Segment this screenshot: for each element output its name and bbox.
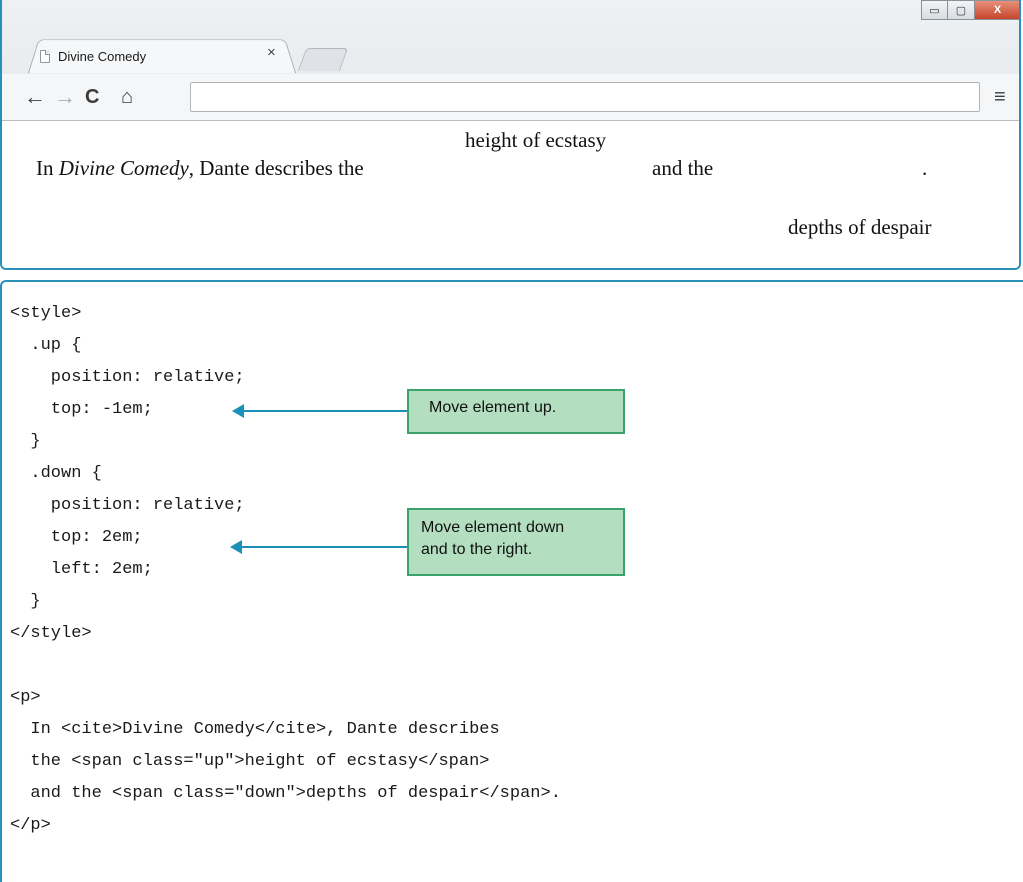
window-controls: ▭ ▢ X	[921, 0, 1019, 20]
callout-arrow-down	[242, 546, 408, 548]
back-arrow-icon[interactable]: ←	[24, 82, 46, 112]
callout-down-line1: Move element down	[421, 519, 565, 536]
page-viewport: In Divine Comedy, Dante describes the he…	[2, 121, 1019, 268]
callout-up-text: Move element up.	[429, 399, 557, 416]
period-text: .	[922, 156, 928, 180]
code-line: position: relative;	[10, 368, 245, 387]
code-line: </style>	[10, 624, 92, 643]
code-line: .up {	[10, 336, 82, 355]
text-before: In	[36, 156, 59, 180]
code-line: top: 2em;	[10, 528, 143, 547]
callout-down-line2: and to the right.	[421, 541, 533, 558]
code-line: </p>	[10, 816, 51, 835]
code-line: and the <span class="down">depths of des…	[10, 784, 561, 803]
forward-arrow-icon[interactable]: →	[54, 82, 76, 112]
and-the-text: and the	[652, 156, 714, 180]
callout-arrowhead-up	[232, 404, 244, 418]
code-panel: <style> .up { position: relative; top: -…	[0, 280, 1023, 882]
span-up-text: height of ecstasy	[465, 128, 607, 152]
code-line: top: -1em;	[10, 400, 153, 419]
code-line: position: relative;	[10, 496, 245, 515]
reload-icon[interactable]: C	[85, 82, 99, 112]
text-after: , Dante describes the	[188, 156, 364, 180]
browser-toolbar: ← → C ⌂ ≡	[2, 74, 1019, 120]
close-window-button[interactable]: X	[975, 0, 1019, 20]
code-line: .down {	[10, 464, 102, 483]
maximize-button[interactable]: ▢	[948, 0, 975, 20]
callout-move-down: Move element down and to the right.	[407, 508, 625, 576]
code-line: }	[10, 432, 41, 451]
callout-arrow-up	[244, 410, 408, 412]
paragraph-main-text: In Divine Comedy, Dante describes the	[36, 156, 364, 181]
code-line: }	[10, 592, 41, 611]
tab-content[interactable]: Divine Comedy	[40, 46, 290, 66]
new-tab-button[interactable]	[297, 48, 349, 71]
browser-window: Divine Comedy × ▭ ▢ X ← → C ⌂ ≡ In Divin…	[0, 0, 1021, 270]
code-line: In <cite>Divine Comedy</cite>, Dante des…	[10, 720, 500, 739]
callout-arrowhead-down	[230, 540, 242, 554]
cite-title: Divine Comedy	[58, 156, 189, 180]
page-icon	[40, 49, 50, 63]
home-icon[interactable]: ⌂	[121, 82, 133, 112]
code-line: left: 2em;	[10, 560, 153, 579]
tab-close-icon[interactable]: ×	[267, 44, 276, 61]
menu-icon[interactable]: ≡	[994, 82, 1006, 112]
code-line: the <span class="up">height of ecstasy</…	[10, 752, 490, 771]
span-down-text: depths of despair	[788, 215, 932, 239]
tab-title: Divine Comedy	[58, 48, 147, 64]
code-line: <p>	[10, 688, 41, 707]
code-line: <style>	[10, 304, 82, 323]
callout-move-up: Move element up.	[407, 389, 625, 434]
address-bar[interactable]	[190, 82, 980, 112]
minimize-button[interactable]: ▭	[921, 0, 948, 20]
